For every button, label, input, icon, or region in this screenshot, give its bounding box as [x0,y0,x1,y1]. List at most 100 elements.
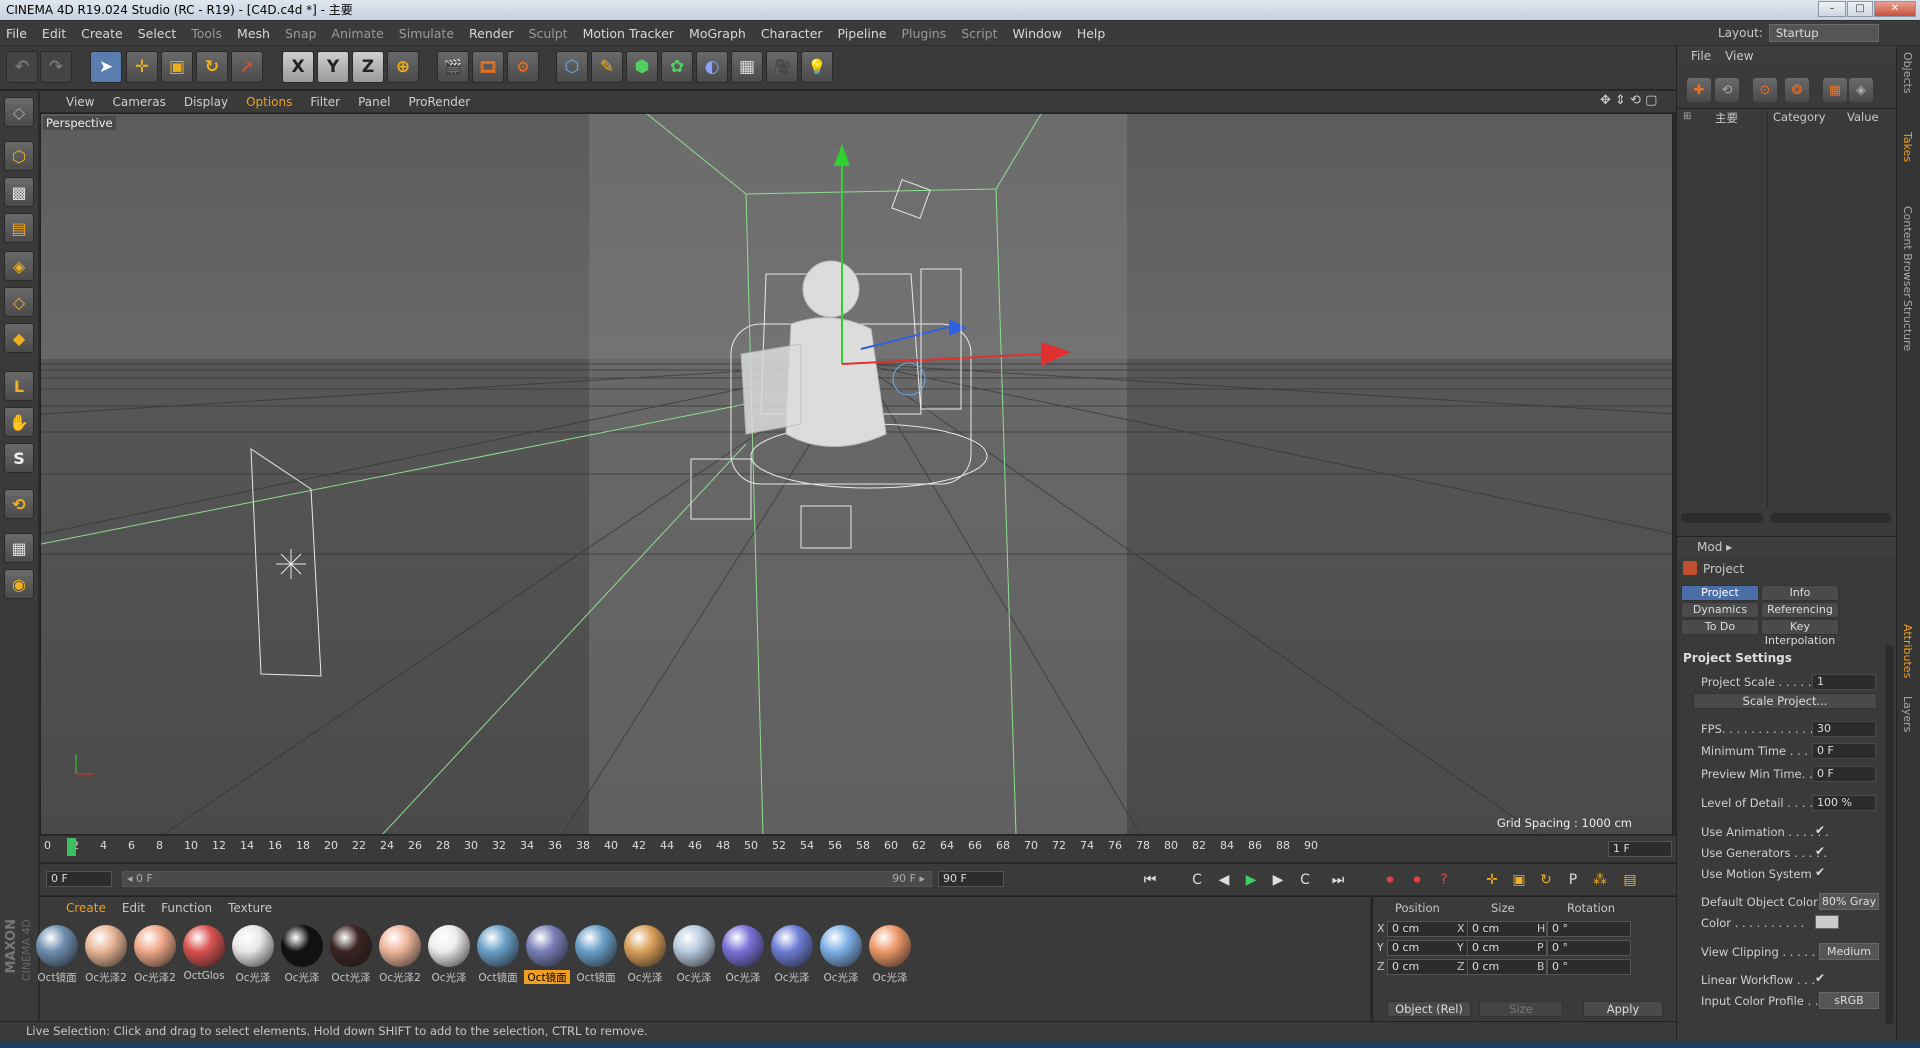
tab-project-settings[interactable]: Project Settings [1681,585,1759,613]
material-swatch[interactable]: Oc光泽 [720,925,766,984]
material-swatch[interactable]: Oc光泽 [426,925,472,984]
snap-button[interactable]: S [4,443,34,473]
key-parameter-button[interactable]: P [1561,869,1585,891]
workplane-lock-button[interactable]: ▦ [4,533,34,563]
menu-create[interactable]: Create [81,26,123,41]
tab-key-interpolation[interactable]: Key Interpolation [1761,619,1839,647]
take-main-item[interactable]: 主要 [1715,110,1738,126]
camera-button[interactable]: 🎥 [766,51,798,83]
go-to-start-button[interactable]: ⏮ [1138,869,1162,891]
start-frame-field[interactable]: 0 F [46,871,112,887]
menu-mesh[interactable]: Mesh [237,26,270,41]
menu-motion-tracker[interactable]: Motion Tracker [583,26,674,41]
take-render-icon[interactable]: ▦ [1823,78,1847,102]
next-frame-button[interactable]: ▶ [1266,869,1290,891]
size-field[interactable]: 0 cm [1467,959,1547,975]
material-swatch[interactable]: Oc光泽2 [83,925,129,984]
tab-info[interactable]: Info [1761,585,1839,601]
live-selection-button[interactable]: ➤ [90,51,122,83]
solo-button[interactable]: ◉ [4,569,34,599]
menu-file[interactable]: File [6,26,27,41]
project-scale-field[interactable]: 1 [1812,674,1876,690]
material-swatch[interactable]: Oc光泽 [279,925,325,984]
color-swatch[interactable] [1815,915,1839,929]
side-tab-takes[interactable]: Takes [1901,132,1914,162]
key-pla-button[interactable]: ⁂ [1588,869,1612,891]
z-axis-lock-button[interactable]: Z [352,51,384,83]
menu-window[interactable]: Window [1013,26,1062,41]
side-tab-content-browser[interactable]: Content Browser [1901,206,1914,298]
material-swatch[interactable]: Oct镜面 [34,925,80,984]
menu-script[interactable]: Script [961,26,997,41]
fps-field[interactable]: 30 [1812,721,1876,737]
input-color-profile-select[interactable]: sRGB [1819,992,1879,1009]
edges-mode-button[interactable]: ◇ [4,287,34,317]
column-category[interactable]: Category [1773,110,1826,124]
scale-project-button[interactable]: Scale Project... [1693,693,1877,709]
linear-workflow-checkbox[interactable]: ✔ [1815,971,1825,985]
rotate-tool-button[interactable]: ↻ [196,51,228,83]
go-to-end-button[interactable]: ⏭ [1326,869,1350,891]
material-swatch[interactable]: Oct镜面 [475,925,521,984]
workplane-mode-button[interactable]: ▤ [4,213,34,243]
keyframe-selection-button[interactable]: ? [1432,869,1456,891]
preview-min-time-field[interactable]: 0 F [1812,766,1876,782]
axis-mode-button[interactable]: L [4,371,34,401]
autokeying-button[interactable]: ⏺ [1405,869,1429,891]
key-scale-button[interactable]: ▣ [1507,869,1531,891]
size-mode-select[interactable]: Size [1479,1001,1563,1017]
timeline-window-button[interactable]: ▤ [1618,869,1642,891]
close-button[interactable]: ✕ [1874,1,1916,17]
material-menu-edit[interactable]: Edit [122,901,145,915]
objects-menu-view[interactable]: View [1725,49,1753,63]
material-swatch[interactable]: Oc光泽 [622,925,668,984]
material-swatch[interactable]: Oc光泽2 [132,925,178,984]
column-value[interactable]: Value [1847,110,1879,124]
default-object-color-select[interactable]: 80% Gray [1819,893,1879,910]
menu-plugins[interactable]: Plugins [901,26,946,41]
viewport-menu-prorender[interactable]: ProRender [408,95,470,109]
tab-dynamics[interactable]: Dynamics [1681,602,1759,618]
use-generators-checkbox[interactable]: ✔ [1815,844,1825,858]
magnet-button[interactable]: ⟲ [4,489,34,519]
coordinate-system-button[interactable]: ⊕ [387,51,419,83]
material-swatch[interactable]: Oct光泽 [328,925,374,984]
menu-animate[interactable]: Animate [331,26,383,41]
viewport-menu-view[interactable]: View [66,95,94,109]
subdivision-button[interactable]: ⬢ [626,51,658,83]
maximize-button[interactable]: □ [1847,1,1873,17]
pen-spline-button[interactable]: ✎ [591,51,623,83]
minimum-time-field[interactable]: 0 F [1812,743,1876,759]
side-tab-objects[interactable]: Objects [1901,52,1914,94]
material-swatch[interactable]: Oct镜面 [573,925,619,984]
size-field[interactable]: 0 cm [1467,921,1547,937]
material-swatch[interactable]: OctGlos [181,925,227,984]
menu-render[interactable]: Render [469,26,514,41]
viewport-menu-display[interactable]: Display [184,95,228,109]
take-add-icon[interactable]: ✚ [1687,78,1711,102]
material-swatch[interactable]: Oc光泽 [818,925,864,984]
preview-range-slider[interactable]: ◂ 0 F 90 F ▸ [122,871,932,887]
menu-mograph[interactable]: MoGraph [689,26,746,41]
attributes-mode-menu[interactable]: Mod [1697,540,1722,554]
horizontal-scrollbar-right[interactable] [1771,513,1891,523]
end-frame-field[interactable]: 90 F [938,871,1004,887]
menu-simulate[interactable]: Simulate [399,26,454,41]
side-tab-structure[interactable]: Structure [1901,300,1914,351]
viewport-nav-icons[interactable]: ✥ ⇕ ⟲ ▢ [1600,93,1657,108]
next-key-button[interactable]: C [1293,869,1317,891]
key-rotation-button[interactable]: ↻ [1534,869,1558,891]
x-axis-lock-button[interactable]: X [282,51,314,83]
apply-button[interactable]: Apply [1583,1001,1663,1017]
take-override-icon[interactable]: ⊙ [1753,78,1777,102]
points-mode-button[interactable]: ◈ [4,251,34,281]
tab-to-do[interactable]: To Do [1681,619,1759,635]
material-swatch[interactable]: Oc光泽2 [377,925,423,984]
attributes-scrollbar[interactable] [1885,645,1893,1025]
viewport-menu-filter[interactable]: Filter [310,95,340,109]
level-of-detail-field[interactable]: 100 % [1812,795,1876,811]
menu-character[interactable]: Character [761,26,823,41]
menu-pipeline[interactable]: Pipeline [838,26,887,41]
current-frame-field[interactable]: 1 F [1608,841,1672,857]
menu-sculpt[interactable]: Sculpt [529,26,568,41]
